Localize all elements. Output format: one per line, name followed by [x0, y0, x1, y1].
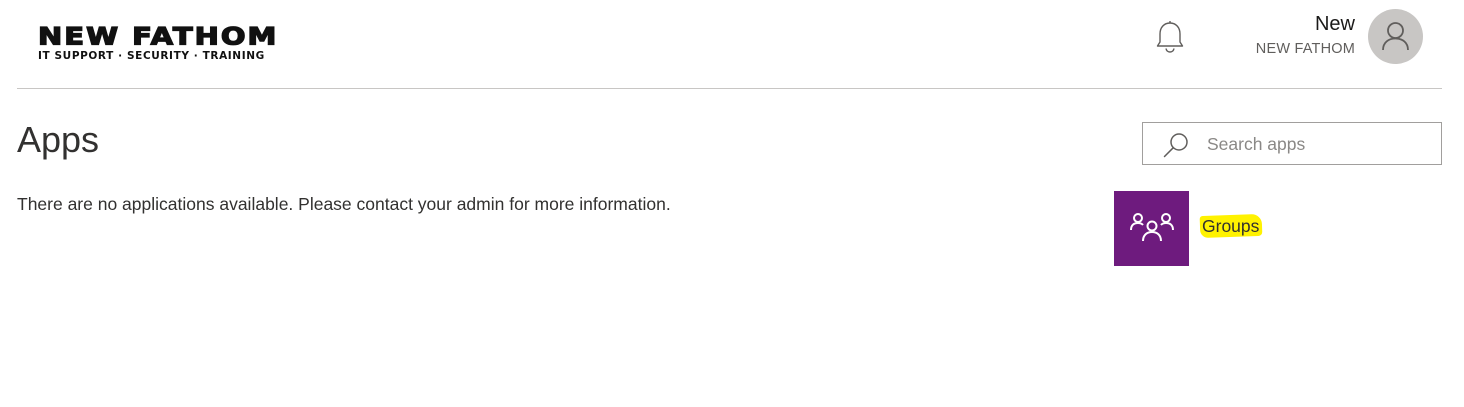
user-name[interactable]: New [1315, 13, 1355, 36]
header: NEW FATHOM IT SUPPORT · SECURITY · TRAIN… [0, 0, 1464, 89]
person-icon [1382, 22, 1409, 51]
search-icon [1163, 133, 1188, 158]
header-divider [17, 88, 1442, 89]
company-logo[interactable]: NEW FATHOM IT SUPPORT · SECURITY · TRAIN… [36, 22, 321, 64]
page-title: Apps [17, 119, 100, 160]
search-box[interactable] [1142, 122, 1442, 165]
empty-state-message: There are no applications available. Ple… [17, 194, 671, 214]
avatar[interactable] [1368, 9, 1423, 64]
app-label[interactable]: Groups [1202, 216, 1259, 237]
bell-icon [1156, 21, 1184, 53]
groups-icon [1130, 213, 1174, 242]
notifications-button[interactable] [1155, 20, 1185, 54]
logo-tagline: IT SUPPORT · SECURITY · TRAINING [38, 50, 265, 62]
app-tile-groups[interactable]: Groups [1114, 191, 1314, 266]
user-organization: NEW FATHOM [1255, 41, 1355, 57]
app-icon-tile [1114, 191, 1189, 266]
logo-main-text: NEW FATHOM [37, 22, 279, 51]
apps-page: NEW FATHOM IT SUPPORT · SECURITY · TRAIN… [0, 0, 1464, 407]
search-input[interactable] [1207, 131, 1427, 157]
